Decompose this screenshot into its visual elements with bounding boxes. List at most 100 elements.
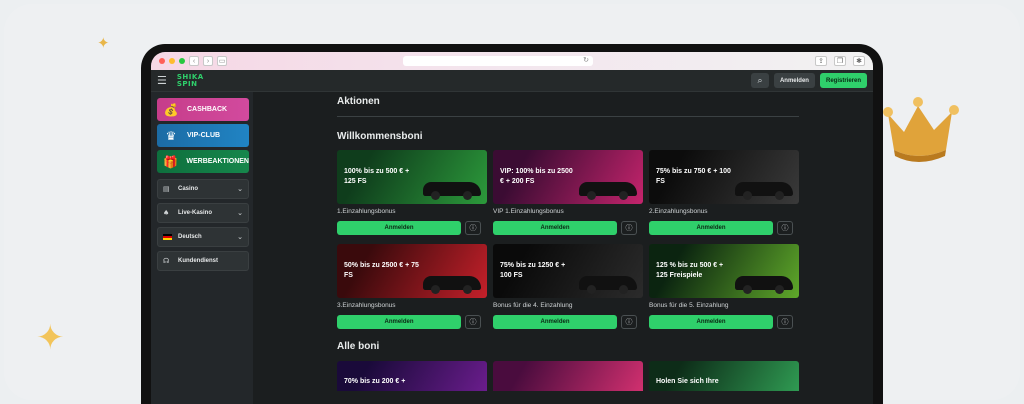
sidebar-item-label: Deutsch [178, 234, 202, 240]
register-button[interactable]: Registrieren [819, 73, 867, 88]
laptop-frame: ‹ › ▭ ↻ ⇪ ❐ ✱ ☰ SHIKA SPIN ⌕ Anmelden Re… [141, 44, 883, 404]
login-button[interactable]: Anmelden [773, 73, 815, 88]
bonus-label: 2.Einzahlungsbonus [649, 208, 708, 215]
bonus-banner-text: 100% bis zu 500 € + 125 FS [344, 168, 410, 185]
bonus-login-button[interactable]: Anmelden [493, 315, 617, 329]
main-content: Aktionen Willkommensboni 100% bis zu 500… [253, 92, 873, 404]
car-image [579, 182, 637, 200]
browser-toolbar: ‹ › ▭ ↻ ⇪ ❐ ✱ [151, 52, 873, 70]
sidebar-item-casino[interactable]: ▤ Casino ⌄ [157, 179, 249, 199]
bonus-card: 125 % bis zu 500 € + 125 Freispiele Bonu… [649, 244, 799, 329]
info-icon[interactable]: ⓘ [621, 315, 637, 329]
bonus-grid: 100% bis zu 500 € + 125 FS 1.Einzahlungs… [337, 150, 799, 329]
minimize-dot-icon[interactable] [169, 58, 175, 64]
bonus-label: 1.Einzahlungsbonus [337, 208, 396, 215]
sidebar-item-live-kasino[interactable]: ♠ Live-Kasino ⌄ [157, 203, 249, 223]
bonus-banner-text: 75% bis zu 750 € + 100 FS [656, 168, 731, 185]
bonus-teaser[interactable]: 70% bis zu 200 € + [337, 361, 487, 391]
sparkle-icon: ✦ [36, 318, 65, 358]
cards-icon: ▤ [163, 185, 170, 193]
bonus-login-button[interactable]: Anmelden [493, 221, 617, 235]
cashback-bag-icon: 💰 [163, 102, 179, 117]
car-image [423, 276, 481, 294]
all-bonuses-row: 70% bis zu 200 € + Holen Sie sich Ihre [337, 361, 799, 391]
sidebar-item-support[interactable]: ☊ Kundendienst [157, 251, 249, 271]
car-image [735, 276, 793, 294]
bonus-banner-text: VIP: 100% bis zu 2500 € + 200 FS [500, 168, 573, 185]
maximize-dot-icon[interactable] [179, 58, 185, 64]
chevron-down-icon: ⌄ [237, 185, 243, 193]
bonus-banner[interactable]: 75% bis zu 1250 € + 100 FS [493, 244, 643, 298]
browser-window: ‹ › ▭ ↻ ⇪ ❐ ✱ ☰ SHIKA SPIN ⌕ Anmelden Re… [151, 52, 873, 404]
section-title-welcome: Willkommensboni [337, 131, 423, 142]
page-title: Aktionen [337, 96, 380, 107]
search-icon[interactable]: ⌕ [750, 73, 769, 88]
sidebar-promo-vip-club[interactable]: ♛ VIP-CLUB [157, 124, 249, 147]
reload-icon[interactable]: ↻ [583, 56, 589, 66]
info-icon[interactable]: ⓘ [621, 221, 637, 235]
gift-icon: 🎁 [163, 154, 179, 169]
sidebar: 💰 CASHBACK ♛ VIP-CLUB 🎁 WERBEAKTIONEN ▤ … [151, 92, 253, 404]
bonus-label: Bonus für die 4. Einzahlung [493, 302, 573, 309]
bonus-teaser-text: 70% bis zu 200 € + [344, 378, 406, 385]
sidebar-toggle-icon[interactable]: ▭ [217, 56, 227, 66]
car-image [579, 276, 637, 294]
bonus-login-button[interactable]: Anmelden [337, 315, 461, 329]
bonus-login-button[interactable]: Anmelden [337, 221, 461, 235]
forward-icon[interactable]: › [203, 56, 213, 66]
sidebar-item-label: WERBEAKTIONEN [186, 158, 249, 165]
section-title-all-bonuses: Alle boni [337, 341, 380, 352]
close-dot-icon[interactable] [159, 58, 165, 64]
bonus-login-button[interactable]: Anmelden [649, 221, 773, 235]
bonus-teaser-text: Holen Sie sich Ihre [656, 378, 719, 385]
sparkle-icon: ✦ [97, 34, 110, 52]
bonus-card: 50% bis zu 2500 € + 75 FS 3.Einzahlungsb… [337, 244, 487, 329]
bonus-login-button[interactable]: Anmelden [649, 315, 773, 329]
bonus-banner-text: 50% bis zu 2500 € + 75 FS [344, 262, 419, 279]
bonus-card: VIP: 100% bis zu 2500 € + 200 FS VIP 1.E… [493, 150, 643, 235]
crown-icon: ♛ [165, 128, 177, 143]
address-bar[interactable]: ↻ [403, 56, 593, 66]
info-icon[interactable]: ⓘ [465, 315, 481, 329]
bonus-banner[interactable]: 75% bis zu 750 € + 100 FS [649, 150, 799, 204]
bonus-banner-text: 125 % bis zu 500 € + 125 Freispiele [656, 262, 724, 279]
bonus-banner[interactable]: 50% bis zu 2500 € + 75 FS [337, 244, 487, 298]
tabs-icon[interactable]: ❐ [834, 56, 846, 66]
sidebar-item-language[interactable]: Deutsch ⌄ [157, 227, 249, 247]
bonus-card: 100% bis zu 500 € + 125 FS 1.Einzahlungs… [337, 150, 487, 235]
extensions-icon[interactable]: ✱ [853, 56, 865, 66]
sidebar-item-label: Casino [178, 186, 199, 192]
car-image [735, 182, 793, 200]
bonus-banner[interactable]: VIP: 100% bis zu 2500 € + 200 FS [493, 150, 643, 204]
bonus-banner[interactable]: 125 % bis zu 500 € + 125 Freispiele [649, 244, 799, 298]
info-icon[interactable]: ⓘ [777, 315, 793, 329]
crown-decoration-icon [883, 97, 959, 162]
bonus-banner[interactable]: 100% bis zu 500 € + 125 FS [337, 150, 487, 204]
bonus-label: VIP 1.Einzahlungsbonus [493, 208, 564, 215]
sidebar-item-label: Kundendienst [178, 258, 218, 264]
car-image [423, 182, 481, 200]
sidebar-promo-cashback[interactable]: 💰 CASHBACK [157, 98, 249, 121]
share-icon[interactable]: ⇪ [815, 56, 827, 66]
info-icon[interactable]: ⓘ [465, 221, 481, 235]
divider [337, 116, 799, 117]
headset-icon: ☊ [163, 257, 170, 265]
info-icon[interactable]: ⓘ [777, 221, 793, 235]
flag-de-icon [163, 234, 172, 240]
spade-icon: ♠ [163, 209, 170, 217]
sidebar-item-label: VIP-CLUB [187, 132, 221, 139]
bonus-teaser[interactable] [493, 361, 643, 391]
chevron-down-icon: ⌄ [237, 233, 243, 241]
sidebar-promo-werbeaktionen[interactable]: 🎁 WERBEAKTIONEN [157, 150, 249, 173]
site-header: ☰ SHIKA SPIN ⌕ Anmelden Registrieren [151, 70, 873, 92]
bonus-banner-text: 75% bis zu 1250 € + 100 FS [500, 262, 566, 279]
sidebar-item-label: Live-Kasino [178, 210, 213, 216]
chevron-down-icon: ⌄ [237, 209, 243, 217]
site-logo[interactable]: SHIKA SPIN [177, 73, 204, 88]
menu-icon[interactable]: ☰ [157, 74, 167, 87]
bonus-label: 3.Einzahlungsbonus [337, 302, 396, 309]
sidebar-item-label: CASHBACK [187, 106, 228, 113]
bonus-card: 75% bis zu 1250 € + 100 FS Bonus für die… [493, 244, 643, 329]
bonus-teaser[interactable]: Holen Sie sich Ihre [649, 361, 799, 391]
back-icon[interactable]: ‹ [189, 56, 199, 66]
